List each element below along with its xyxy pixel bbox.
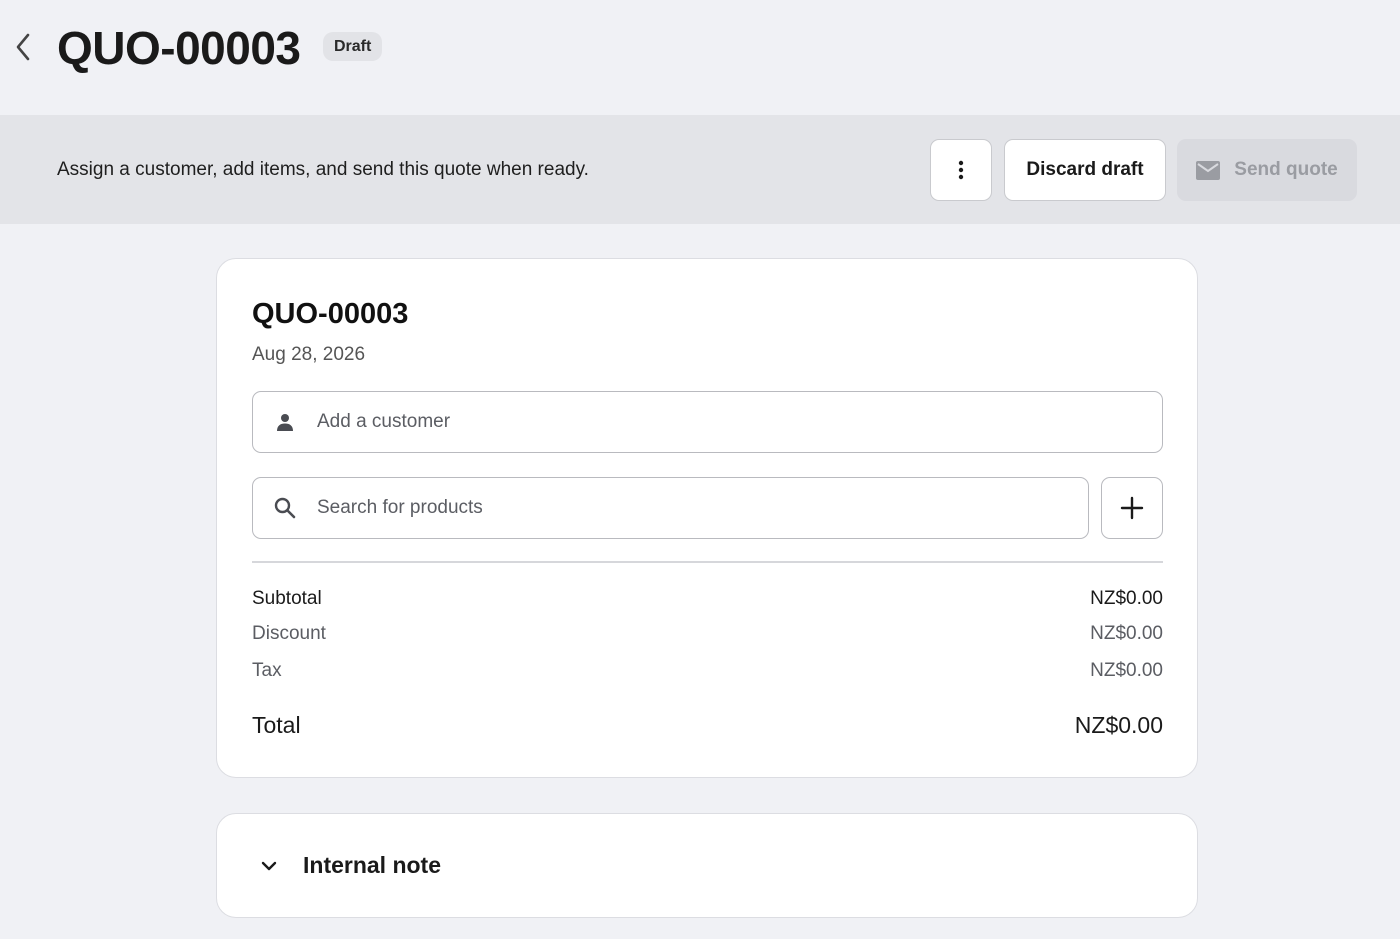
quote-card: QUO-00003 Aug 28, 2026 Add a customer Se… [216, 258, 1198, 778]
subtotal-label: Subtotal [252, 588, 322, 609]
subtotal-value: NZ$0.00 [1090, 588, 1163, 609]
send-quote-label: Send quote [1234, 159, 1338, 180]
discard-draft-label: Discard draft [1026, 159, 1144, 180]
add-product-button[interactable] [1101, 477, 1163, 539]
status-badge: Draft [323, 32, 383, 61]
mail-icon [1196, 160, 1221, 180]
action-banner: Assign a customer, add items, and send t… [0, 115, 1400, 224]
divider [252, 561, 1163, 563]
total-label: Total [252, 712, 301, 738]
internal-note-label: Internal note [303, 852, 442, 878]
person-icon [253, 413, 317, 431]
back-button[interactable] [8, 28, 38, 66]
chevron-down-icon [261, 861, 277, 871]
subtotal-row: Subtotal NZ$0.00 [252, 588, 1163, 614]
product-search-input[interactable]: Search for products [252, 477, 1089, 539]
page-header: QUO-00003 Draft [0, 0, 1400, 115]
quote-number: QUO-00003 [252, 298, 409, 330]
search-icon [253, 497, 317, 519]
total-row: Total NZ$0.00 [252, 712, 1163, 742]
chevron-left-icon [16, 33, 30, 61]
customer-placeholder: Add a customer [317, 411, 451, 432]
more-actions-button[interactable] [930, 139, 992, 201]
more-vertical-icon [958, 160, 964, 180]
internal-note-section[interactable]: Internal note [216, 813, 1198, 918]
tax-label: Tax [252, 660, 282, 681]
page-title: QUO-00003 [57, 22, 301, 74]
product-search-placeholder: Search for products [317, 497, 483, 518]
banner-message: Assign a customer, add items, and send t… [57, 159, 589, 180]
send-quote-button[interactable]: Send quote [1177, 139, 1357, 201]
discard-draft-button[interactable]: Discard draft [1004, 139, 1166, 201]
discount-value: NZ$0.00 [1090, 623, 1163, 644]
discount-row: Discount NZ$0.00 [252, 623, 1163, 649]
tax-value: NZ$0.00 [1090, 660, 1163, 681]
customer-field[interactable]: Add a customer [252, 391, 1163, 453]
plus-icon [1120, 496, 1144, 520]
total-value: NZ$0.00 [1074, 712, 1163, 738]
quote-date: Aug 28, 2026 [252, 344, 366, 365]
tax-row: Tax NZ$0.00 [252, 660, 1163, 686]
discount-label: Discount [252, 623, 326, 644]
